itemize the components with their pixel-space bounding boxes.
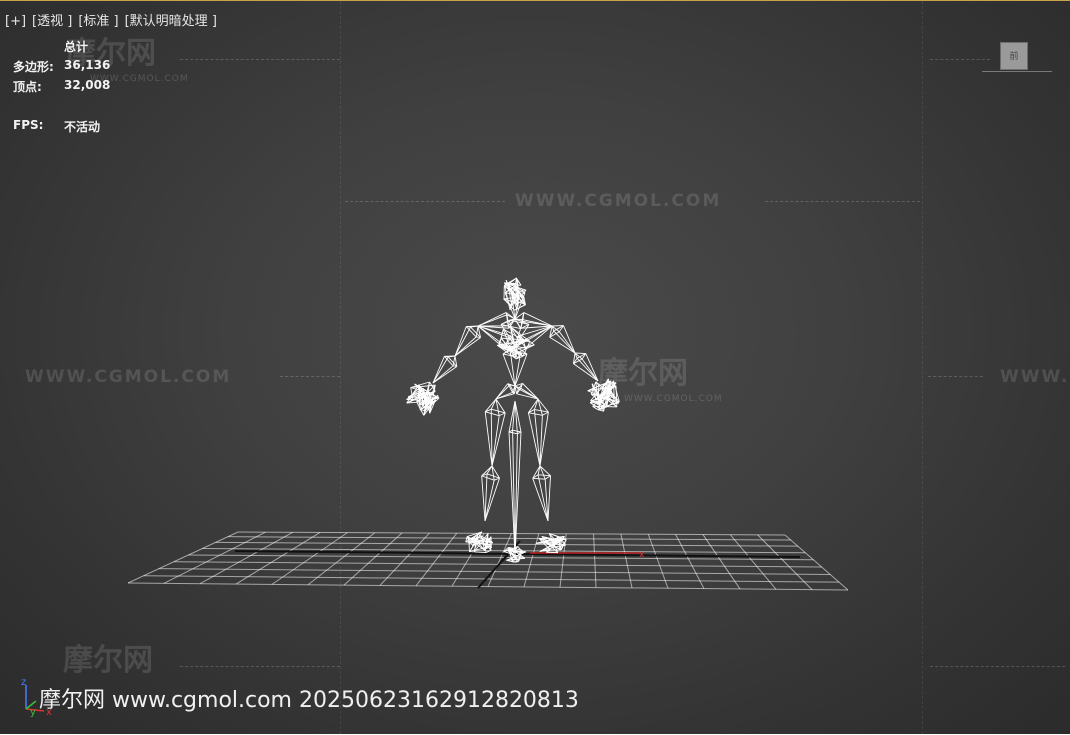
stats-vertices-value: 32,008: [64, 78, 110, 92]
scene-render: x: [0, 1, 1070, 735]
viewport-menu-standard[interactable]: [标准 ]: [78, 14, 118, 29]
wireframe-character: [407, 278, 620, 562]
viewcube-compass-ring[interactable]: [982, 71, 1052, 76]
svg-text:y: y: [30, 707, 36, 717]
footer-watermark: 摩尔网 www.cgmol.com 20250623162912820813: [39, 682, 579, 714]
viewport-perspective[interactable]: WWW.CGMOL.COM WWW.CGMOL.COM WWW.CGMOL.CO…: [0, 0, 1070, 734]
stats-vertices-label: 顶点:: [13, 78, 42, 95]
viewport-menu-shading[interactable]: [默认明暗处理 ]: [125, 14, 217, 29]
viewport-menu-plus[interactable]: [+]: [5, 14, 26, 29]
stats-fps-value: 不活动: [64, 118, 100, 135]
pivot-x-label: x: [639, 550, 645, 560]
viewcube[interactable]: 前: [1000, 42, 1028, 70]
stats-fps-label: FPS:: [13, 118, 43, 132]
stats-polygons-value: 36,136: [64, 58, 110, 72]
stats-polygons-label: 多边形:: [13, 58, 54, 75]
viewport-label-menu[interactable]: [+] [透视 ] [标准 ] [默认明暗处理 ]: [5, 10, 223, 29]
stats-header: 总计: [64, 38, 88, 55]
viewport-menu-perspective[interactable]: [透视 ]: [32, 14, 72, 29]
svg-text:z: z: [21, 677, 26, 688]
